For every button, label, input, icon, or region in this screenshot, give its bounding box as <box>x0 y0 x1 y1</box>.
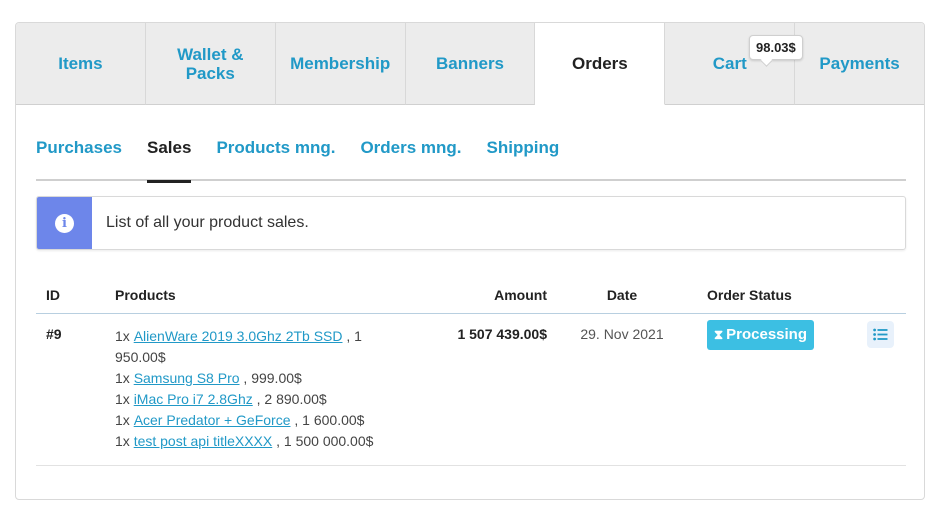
tab-wallet-packs[interactable]: Wallet & Packs <box>145 23 276 105</box>
product-qty: 1x <box>115 390 130 407</box>
tab-orders[interactable]: Orders <box>535 23 666 105</box>
product-line: 1x Acer Predator + GeForce , 1 600.00$ <box>115 410 411 431</box>
orders-panel: Items Wallet & Packs Membership Banners … <box>15 22 925 500</box>
table-header-row: ID Products Amount Date Order Status <box>36 278 906 314</box>
tab-payments[interactable]: Payments <box>795 23 925 105</box>
product-link[interactable]: test post api titleXXXX <box>134 433 273 449</box>
header-id: ID <box>36 278 115 314</box>
product-qty: 1x <box>115 411 130 428</box>
product-line: 1x Samsung S8 Pro , 999.00$ <box>115 368 411 389</box>
header-actions <box>867 278 906 314</box>
list-icon <box>873 328 888 340</box>
status-label: Processing <box>726 325 808 343</box>
tab-banners[interactable]: Banners <box>405 23 536 105</box>
tab-membership[interactable]: Membership <box>275 23 406 105</box>
order-amount: 1 507 439.00$ <box>411 313 547 466</box>
product-line: 1x AlienWare 2019 3.0Ghz 2Tb SSD , 1 950… <box>115 326 411 368</box>
product-qty: 1x <box>115 432 130 449</box>
subtab-purchases[interactable]: Purchases <box>36 128 122 181</box>
subtab-sales[interactable]: Sales <box>147 128 192 183</box>
order-status-cell: ⧗ Processing <box>697 313 867 466</box>
product-price: , 1 600.00$ <box>294 411 365 428</box>
order-actions-cell <box>867 313 906 466</box>
cart-total-badge: 98.03$ <box>749 35 803 60</box>
tab-banners-label: Banners <box>435 54 505 73</box>
subtab-orders-mng[interactable]: Orders mng. <box>360 128 461 181</box>
subtab-products-mng[interactable]: Products mng. <box>216 128 335 181</box>
product-qty: 1x <box>115 327 130 344</box>
product-line: 1x iMac Pro i7 2.8Ghz , 2 890.00$ <box>115 389 411 410</box>
order-id: #9 <box>36 313 115 466</box>
product-link[interactable]: Samsung S8 Pro <box>134 370 240 386</box>
header-amount: Amount <box>411 278 547 314</box>
tab-wallet-packs-label: Wallet & Packs <box>177 44 244 83</box>
product-line: 1x test post api titleXXXX , 1 500 000.0… <box>115 431 411 452</box>
order-products: 1x AlienWare 2019 3.0Ghz 2Tb SSD , 1 950… <box>115 313 411 466</box>
table-row: #9 1x AlienWare 2019 3.0Ghz 2Tb SSD , 1 … <box>36 313 906 466</box>
tab-orders-label: Orders <box>571 54 628 73</box>
hourglass-icon: ⧗ <box>714 326 724 342</box>
info-alert: i List of all your product sales. <box>36 196 906 250</box>
tab-membership-label: Membership <box>290 54 391 73</box>
tab-items-label: Items <box>58 54 103 73</box>
sub-tabs: Purchases Sales Products mng. Orders mng… <box>36 128 906 183</box>
tab-cart-label: Cart <box>712 54 747 73</box>
header-date: Date <box>547 278 697 314</box>
info-icon: i <box>55 213 74 233</box>
product-price: , 1 500 000.00$ <box>276 432 374 449</box>
tab-items[interactable]: Items <box>16 23 146 105</box>
product-price: , 2 890.00$ <box>256 390 327 407</box>
alert-icon-box: i <box>37 197 92 249</box>
status-badge: ⧗ Processing <box>707 319 815 350</box>
product-qty: 1x <box>115 369 130 386</box>
product-price: , 999.00$ <box>243 369 302 386</box>
order-date: 29. Nov 2021 <box>547 313 697 466</box>
subtab-shipping[interactable]: Shipping <box>487 128 560 181</box>
header-products: Products <box>115 278 411 314</box>
order-details-button[interactable] <box>867 320 894 348</box>
tab-payments-label: Payments <box>819 54 900 73</box>
product-link[interactable]: AlienWare 2019 3.0Ghz 2Tb SSD <box>134 328 343 344</box>
product-link[interactable]: Acer Predator + GeForce <box>134 412 291 428</box>
sales-table: ID Products Amount Date Order Status #9 … <box>36 278 906 466</box>
header-order-status: Order Status <box>697 278 867 314</box>
alert-text: List of all your product sales. <box>106 214 309 231</box>
product-link[interactable]: iMac Pro i7 2.8Ghz <box>134 391 253 407</box>
